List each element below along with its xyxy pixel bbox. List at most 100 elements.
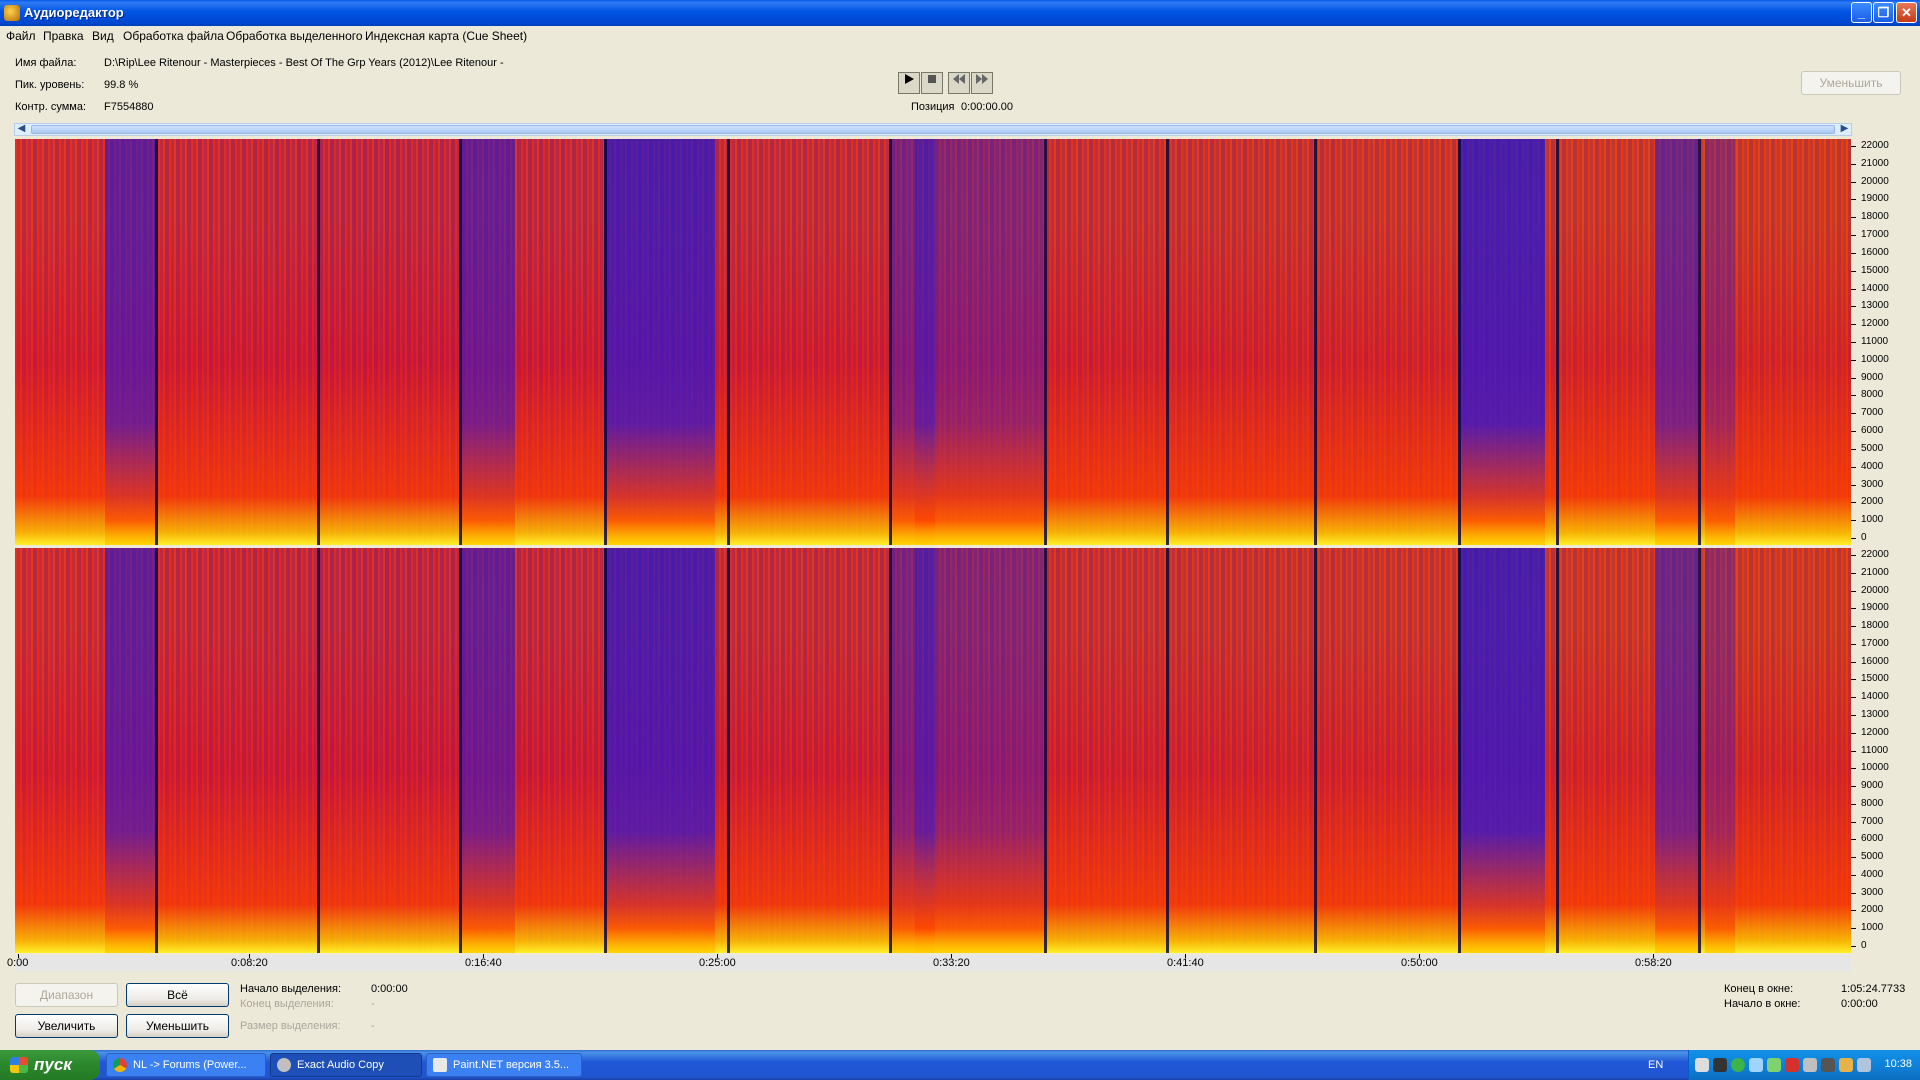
task-forums[interactable]: NL -> Forums (Power... <box>106 1053 266 1077</box>
scroll-right-icon[interactable]: ▶ <box>1838 124 1851 135</box>
time-tick: 0:58:20 <box>1635 954 1672 969</box>
frequency-tick: 21000 <box>1851 566 1901 580</box>
spectrogram-quiet-region <box>459 139 515 545</box>
task-paint-net[interactable]: Paint.NET версия 3.5... <box>426 1053 582 1077</box>
frequency-tick: 6000 <box>1851 424 1901 438</box>
scroll-left-icon[interactable]: ◀ <box>15 124 28 135</box>
menu-file-processing[interactable]: Обработка файла <box>123 29 224 43</box>
zoom-out-button[interactable]: Уменьшить <box>126 1014 229 1038</box>
frequency-tick: 3000 <box>1851 478 1901 492</box>
start-label: пуск <box>34 1055 72 1074</box>
window-start-value: 0:00:00 <box>1841 998 1878 1010</box>
spectrogram-quiet-region <box>1655 548 1698 953</box>
track-boundary <box>1556 548 1559 953</box>
frequency-tick: 15000 <box>1851 672 1901 686</box>
time-tick: 0:41:40 <box>1167 954 1204 969</box>
frequency-tick: 20000 <box>1851 584 1901 598</box>
time-tick: 0:50:00 <box>1401 954 1438 969</box>
frequency-tick: 6000 <box>1851 832 1901 846</box>
frequency-tick: 10000 <box>1851 761 1901 775</box>
menu-selection-processing[interactable]: Обработка выделенного <box>226 29 363 43</box>
restore-button[interactable]: ❐ <box>1873 2 1894 23</box>
clock: 10:38 <box>1884 1058 1912 1070</box>
time-tick: 0:33:20 <box>933 954 970 969</box>
fast-forward-button[interactable] <box>971 72 993 94</box>
task-exact-audio-copy[interactable]: Exact Audio Copy <box>270 1053 422 1077</box>
spectrogram-quiet-region <box>1458 548 1545 953</box>
frequency-tick: 7000 <box>1851 815 1901 829</box>
menu-edit[interactable]: Правка <box>43 29 84 43</box>
menu-file[interactable]: Файл <box>6 29 36 43</box>
frequency-tick: 22000 <box>1851 139 1901 153</box>
spectrogram-quiet-region <box>604 139 715 545</box>
frequency-tick: 2000 <box>1851 495 1901 509</box>
browser-icon <box>113 1058 127 1072</box>
title-bar: Аудиоредактор _ ❐ ✕ <box>0 0 1920 26</box>
spectrogram-quiet-region <box>105 548 155 953</box>
track-boundary <box>727 139 730 545</box>
menu-view[interactable]: Вид <box>92 29 114 43</box>
play-icon <box>905 74 914 84</box>
tray-language-icon[interactable] <box>1785 1058 1799 1072</box>
frequency-tick: 14000 <box>1851 282 1901 296</box>
frequency-tick: 13000 <box>1851 708 1901 722</box>
tray-network-icon[interactable] <box>1749 1058 1763 1072</box>
frequency-tick: 9000 <box>1851 779 1901 793</box>
selection-end-value: - <box>371 998 375 1010</box>
tray-volume-icon[interactable] <box>1857 1058 1871 1072</box>
scroll-thumb[interactable] <box>31 125 1835 134</box>
file-name-label: Имя файла: <box>15 57 77 69</box>
start-button[interactable]: пуск <box>0 1050 100 1080</box>
zoom-in-button[interactable]: Увеличить <box>15 1014 118 1038</box>
time-tick: 0:16:40 <box>465 954 502 969</box>
tray-skype-icon[interactable] <box>1731 1058 1745 1072</box>
frequency-tick: 19000 <box>1851 601 1901 615</box>
language-indicator[interactable]: EN <box>1648 1059 1663 1071</box>
close-button[interactable]: ✕ <box>1896 2 1917 23</box>
stop-button[interactable] <box>921 72 943 94</box>
range-button[interactable]: Диапазон <box>15 983 118 1007</box>
frequency-tick: 11000 <box>1851 335 1901 349</box>
frequency-tick: 16000 <box>1851 246 1901 260</box>
select-all-button[interactable]: Всё <box>126 983 229 1007</box>
spectrogram-quiet-region <box>459 548 515 953</box>
spectrogram-quiet-region <box>604 548 715 953</box>
tray-app-icon[interactable] <box>1839 1058 1853 1072</box>
tray-app-icon[interactable] <box>1713 1058 1727 1072</box>
rewind-button[interactable] <box>948 72 970 94</box>
minimize-button[interactable]: _ <box>1851 2 1872 23</box>
frequency-tick: 21000 <box>1851 157 1901 171</box>
frequency-tick: 1000 <box>1851 513 1901 527</box>
frequency-tick: 11000 <box>1851 744 1901 758</box>
frequency-tick: 20000 <box>1851 175 1901 189</box>
time-axis: 0:00 0:08:20 0:16:40 0:25:00 0:33:20 0:41:40 0… <box>7 954 1851 971</box>
play-button[interactable] <box>898 72 920 94</box>
top-zoom-out-button[interactable]: Уменьшить <box>1801 71 1901 95</box>
frequency-tick: 4000 <box>1851 460 1901 474</box>
track-boundary <box>317 139 320 545</box>
task-eac-label: Exact Audio Copy <box>297 1059 384 1071</box>
track-boundary <box>1458 139 1461 545</box>
fast-forward-icon <box>976 74 988 84</box>
track-boundary <box>1314 139 1317 545</box>
frequency-tick: 5000 <box>1851 850 1901 864</box>
frequency-tick: 19000 <box>1851 192 1901 206</box>
spectrogram-left-channel[interactable] <box>15 139 1851 545</box>
menu-cue-sheet[interactable]: Индексная карта (Cue Sheet) <box>365 29 527 43</box>
tray-shield-icon[interactable] <box>1767 1058 1781 1072</box>
spectrogram-quiet-region <box>1655 139 1698 545</box>
selection-start-label: Начало выделения: <box>240 983 342 995</box>
track-boundary <box>459 548 462 953</box>
window-end-label: Конец в окне: <box>1724 983 1794 995</box>
tray-app-icon[interactable] <box>1695 1058 1709 1072</box>
menu-bar: Файл Правка Вид Обработка файла Обработк… <box>0 26 1920 46</box>
tray-app-icon[interactable] <box>1803 1058 1817 1072</box>
frequency-tick: 13000 <box>1851 299 1901 313</box>
time-tick: 0:25:00 <box>699 954 736 969</box>
spectrogram-right-channel[interactable] <box>15 548 1851 953</box>
tray-app-icon[interactable] <box>1821 1058 1835 1072</box>
frequency-tick: 8000 <box>1851 797 1901 811</box>
taskbar: пуск NL -> Forums (Power... Exact Audio … <box>0 1050 1920 1080</box>
horizontal-scrollbar[interactable]: ◀ ▶ <box>14 123 1852 136</box>
peak-level-label: Пик. уровень: <box>15 79 85 91</box>
